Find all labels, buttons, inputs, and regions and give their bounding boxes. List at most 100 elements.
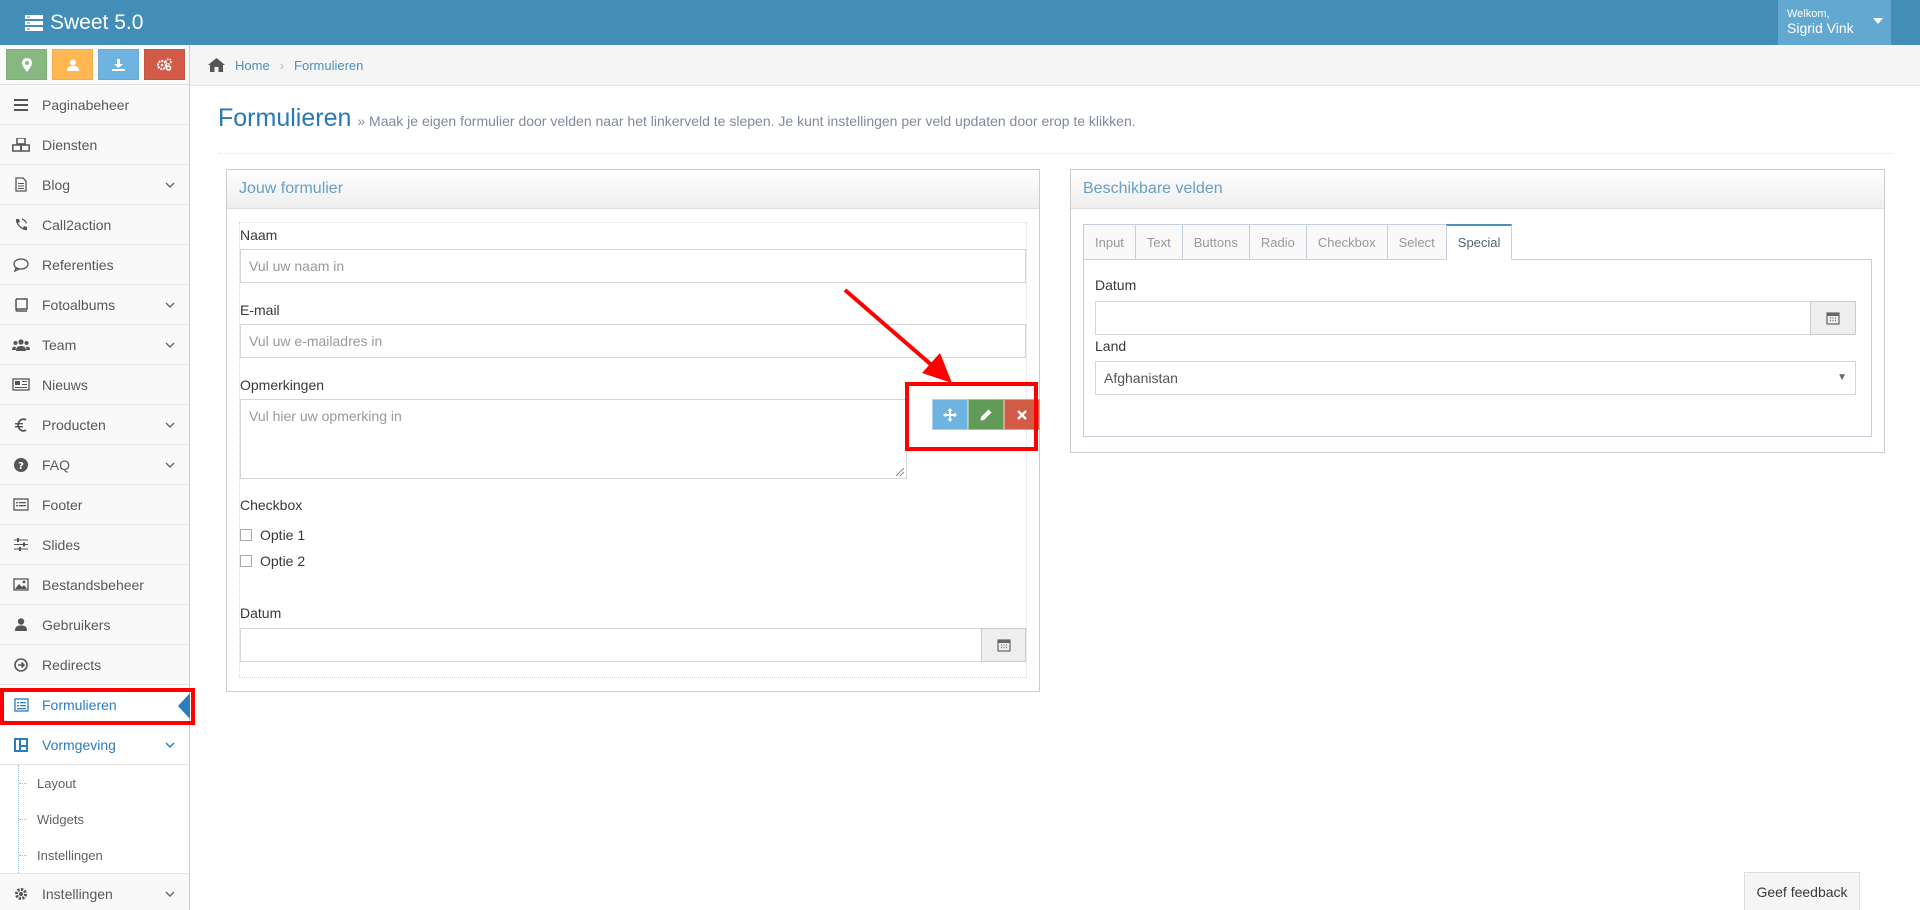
name-placeholder: Vul uw naam in (249, 258, 345, 274)
move-field-button[interactable] (932, 399, 968, 430)
panel-title: Jouw formulier (227, 170, 1039, 209)
sidebar-item-instellingen[interactable]: Instellingen (0, 874, 189, 910)
checkbox-option-2[interactable]: Optie 2 (240, 553, 305, 569)
cogs-icon (157, 58, 172, 71)
submenu-item-layout[interactable]: Layout (0, 765, 189, 801)
sidebar-item-referenties[interactable]: Referenties (0, 245, 189, 285)
users-icon (0, 338, 42, 351)
date-picker-button[interactable] (981, 628, 1026, 662)
sidebar-item-nieuws[interactable]: Nieuws (0, 365, 189, 405)
feedback-button[interactable]: Geef feedback (1744, 872, 1860, 910)
remarks-label: Opmerkingen (240, 377, 325, 393)
sidebar-item-diensten[interactable]: Diensten (0, 125, 189, 165)
date-field-template[interactable] (1095, 301, 1811, 335)
tab-input[interactable]: Input (1083, 224, 1135, 260)
page-subtitle: » Maak je eigen formulier door velden na… (357, 113, 1136, 129)
svg-text:?: ? (18, 461, 24, 472)
sidebar-item-faq[interactable]: ? FAQ (0, 445, 189, 485)
sidebar-item-label: Team (42, 336, 77, 353)
sidebar-item-redirects[interactable]: Redirects (0, 645, 189, 685)
checkbox[interactable] (240, 529, 252, 541)
submenu-item-widgets[interactable]: Widgets (0, 801, 189, 837)
delete-field-button[interactable] (1004, 399, 1040, 430)
arrows-move-icon (943, 407, 957, 422)
map-marker-icon (21, 57, 32, 72)
download-icon (112, 58, 125, 71)
breadcrumb-home-link[interactable]: Home (235, 58, 270, 73)
checkbox-option-label: Optie 2 (260, 553, 306, 569)
name-label: Naam (240, 227, 278, 243)
field-tools (932, 399, 1040, 430)
tab-special[interactable]: Special (1445, 224, 1513, 260)
sidebar-item-call2action[interactable]: Call2action (0, 205, 189, 245)
tab-text[interactable]: Text (1134, 224, 1182, 260)
sidebar-item-blog[interactable]: Blog (0, 165, 189, 205)
user-menu[interactable]: Welkom, Sigrid Vink (1778, 0, 1891, 45)
shortcut-download-button[interactable] (98, 49, 139, 80)
email-placeholder: Vul uw e-mailadres in (249, 333, 383, 349)
app-title: Sweet 5.0 (50, 10, 144, 34)
sidebar-item-label: Instellingen (42, 885, 113, 902)
calendar-icon (996, 638, 1011, 652)
shortcut-settings-button[interactable] (144, 49, 185, 80)
email-input[interactable]: Vul uw e-mailadres in (240, 324, 1026, 358)
form-builder-panel: Jouw formulier Naam Vul uw naam in E-mai… (226, 169, 1040, 692)
chevron-down-icon (165, 422, 175, 428)
form-icon (0, 697, 42, 712)
date-label: Datum (240, 605, 282, 621)
tab-content-special: Datum Land Afghanistan ▼ (1083, 259, 1872, 437)
sidebar-item-label: Diensten (42, 136, 98, 153)
country-label: Land (1095, 338, 1127, 354)
tab-select[interactable]: Select (1386, 224, 1446, 260)
breadcrumb: Home › Formulieren (190, 45, 1920, 86)
sidebar-item-vormgeving[interactable]: Vormgeving (0, 725, 189, 765)
sidebar-item-label: Blog (42, 176, 71, 193)
breadcrumb-current[interactable]: Formulieren (294, 58, 363, 73)
tab-buttons[interactable]: Buttons (1181, 224, 1249, 260)
brand[interactable]: Sweet 5.0 (24, 0, 143, 45)
sidebar-item-footer[interactable]: Footer (0, 485, 189, 525)
pencil-icon (980, 409, 992, 421)
sidebar-item-producten[interactable]: Producten (0, 405, 189, 445)
user-icon (0, 618, 42, 631)
active-pointer (178, 693, 190, 719)
checkbox[interactable] (240, 555, 252, 567)
home-icon (208, 58, 225, 72)
sidebar-item-formulieren[interactable]: Formulieren (0, 685, 190, 725)
submenu-item-instellingen[interactable]: Instellingen (0, 837, 189, 873)
image-icon (0, 578, 42, 591)
tab-radio[interactable]: Radio (1248, 224, 1306, 260)
remarks-textarea[interactable]: Vul hier uw opmerking in (240, 399, 907, 479)
date-input[interactable] (240, 628, 982, 662)
resize-grip-icon[interactable] (896, 468, 904, 476)
sidebar-item-label: Call2action (42, 216, 112, 233)
checkbox-option-1[interactable]: Optie 1 (240, 527, 305, 543)
shortcut-map-button[interactable] (6, 49, 47, 80)
sidebar-item-gebruikers[interactable]: Gebruikers (0, 605, 189, 645)
sidebar-item-fotoalbums[interactable]: Fotoalbums (0, 285, 189, 325)
edit-field-button[interactable] (968, 399, 1004, 430)
checkbox-option-label: Optie 1 (260, 527, 306, 543)
sidebar-item-bestandsbeheer[interactable]: Bestandsbeheer (0, 565, 189, 605)
panel-title: Beschikbare velden (1071, 170, 1884, 209)
shortcut-user-button[interactable] (52, 49, 93, 80)
caret-down-icon (1873, 18, 1883, 24)
tab-checkbox[interactable]: Checkbox (1305, 224, 1387, 260)
page-header: Formulieren » Maak je eigen formulier do… (218, 98, 1893, 154)
country-select[interactable]: Afghanistan ▼ (1095, 361, 1856, 395)
form-drop-area[interactable]: Naam Vul uw naam in E-mail Vul uw e-mail… (239, 222, 1040, 678)
cubes-icon (0, 137, 42, 152)
sidebar-item-slides[interactable]: Slides (0, 525, 189, 565)
date-picker-button[interactable] (1810, 301, 1856, 335)
sidebar-item-team[interactable]: Team (0, 325, 189, 365)
sidebar-item-label: FAQ (42, 456, 71, 473)
name-input[interactable]: Vul uw naam in (240, 249, 1026, 283)
sidebar-item-label: Nieuws (42, 376, 88, 393)
caret-down-icon: ▼ (1837, 372, 1847, 383)
sidebar-item-label: Vormgeving (42, 736, 116, 753)
sidebar-item-paginabeheer[interactable]: Paginabeheer (0, 85, 189, 125)
submenu-item-label: Instellingen (37, 847, 103, 863)
columns-icon (0, 737, 42, 752)
sidebar-item-label: Bestandsbeheer (42, 576, 144, 593)
sidebar-item-label: Fotoalbums (42, 296, 116, 313)
